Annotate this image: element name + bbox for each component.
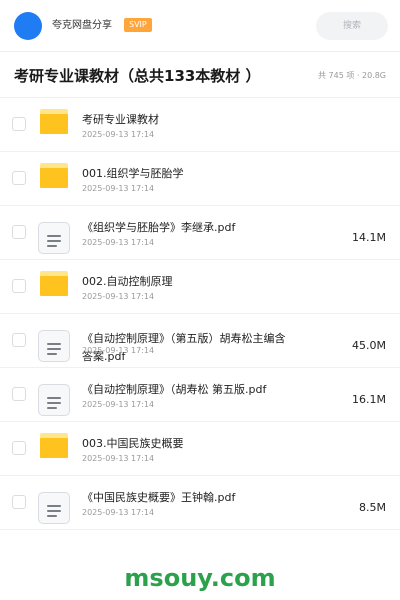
item-date: 2025-09-13 17:14 (82, 292, 155, 301)
item-size: 8.5M (359, 501, 386, 514)
folder-icon (40, 163, 68, 188)
item-date: 2025-09-13 17:14 (82, 130, 155, 139)
sharer-name: 夸克网盘分享 (52, 20, 112, 31)
item-name: 003.中国民族史概要 (82, 437, 184, 450)
item-size: 14.1M (352, 231, 386, 244)
item-name: 002.自动控制原理 (82, 275, 173, 288)
item-name: 001.组织学与胚胎学 (82, 167, 184, 180)
search-input[interactable]: 搜索 (316, 12, 388, 40)
document-icon (38, 222, 70, 254)
item-size: 45.0M (352, 339, 386, 352)
watermark-text: msouy.com (124, 564, 276, 592)
select-checkbox[interactable] (12, 225, 26, 239)
folder-icon (40, 271, 68, 296)
folder-row[interactable]: 考研专业课教材 2025-09-13 17:14 (0, 98, 400, 152)
page-title: 考研专业课教材（总共133本教材 ） (14, 67, 261, 85)
file-row[interactable]: 《中国民族史概要》王钟翰.pdf 2025-09-13 17:14 8.5M (0, 476, 400, 530)
folder-icon (40, 433, 68, 458)
select-checkbox[interactable] (12, 279, 26, 293)
item-date: 2025-09-13 17:14 (82, 238, 155, 247)
item-size: 16.1M (352, 393, 386, 406)
item-date: 2025-09-13 17:14 (82, 184, 155, 193)
select-checkbox[interactable] (12, 117, 26, 131)
item-name: 《自动控制原理》（胡寿松 第五版.pdf (82, 383, 267, 396)
folder-row[interactable]: 002.自动控制原理 2025-09-13 17:14 (0, 260, 400, 314)
folder-row[interactable]: 003.中国民族史概要 2025-09-13 17:14 (0, 422, 400, 476)
folder-row[interactable]: 001.组织学与胚胎学 2025-09-13 17:14 (0, 152, 400, 206)
file-row[interactable]: 《自动控制原理》（第五版）胡寿松主编含答案.pdf 2025-09-13 17:1… (0, 314, 400, 368)
document-icon (38, 384, 70, 416)
select-checkbox[interactable] (12, 387, 26, 401)
select-checkbox[interactable] (12, 333, 26, 347)
select-checkbox[interactable] (12, 441, 26, 455)
select-checkbox[interactable] (12, 171, 26, 185)
item-name: 《组织学与胚胎学》李继承.pdf (82, 221, 236, 234)
file-row[interactable]: 《自动控制原理》（胡寿松 第五版.pdf 2025-09-13 17:14 16.1… (0, 368, 400, 422)
document-icon (38, 330, 70, 362)
item-date: 2025-09-13 17:14 (82, 454, 155, 463)
item-date: 2025-09-13 17:14 (82, 400, 155, 409)
folder-icon (40, 109, 68, 134)
select-checkbox[interactable] (12, 495, 26, 509)
header-bar: 夸克网盘分享 SVIP 搜索 (0, 0, 400, 52)
document-icon (38, 492, 70, 524)
avatar[interactable] (14, 12, 42, 40)
item-count-summary: 共 745 项 · 20.8G (318, 71, 386, 80)
item-date: 2025-09-13 17:14 (82, 346, 155, 355)
item-date: 2025-09-13 17:14 (82, 508, 155, 517)
title-bar: 考研专业课教材（总共133本教材 ） 共 745 项 · 20.8G (0, 52, 400, 98)
svip-badge: SVIP (124, 18, 152, 32)
item-name: 《中国民族史概要》王钟翰.pdf (82, 491, 236, 504)
file-row[interactable]: 《组织学与胚胎学》李继承.pdf 2025-09-13 17:14 14.1M (0, 206, 400, 260)
item-name: 考研专业课教材 (82, 113, 159, 126)
